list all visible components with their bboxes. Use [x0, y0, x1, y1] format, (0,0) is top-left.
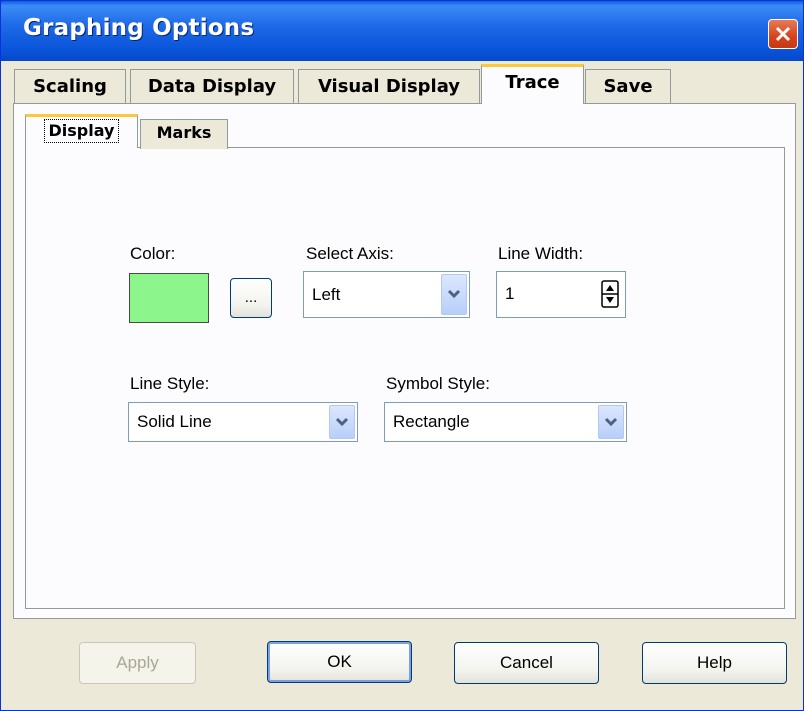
- window-title: Graphing Options: [23, 15, 255, 41]
- axis-dropdown-arrow[interactable]: [441, 274, 467, 315]
- subtab-display-label: Display: [43, 119, 120, 143]
- tab-scaling-label: Scaling: [33, 76, 107, 97]
- line-style-value: Solid Line: [137, 412, 212, 431]
- line-width-value[interactable]: 1: [505, 284, 514, 304]
- symbol-style-dropdown-arrow[interactable]: [598, 405, 624, 439]
- line-style-select[interactable]: Solid Line: [128, 402, 358, 442]
- apply-button[interactable]: Apply: [79, 642, 196, 684]
- symbol-style-label: Symbol Style:: [386, 374, 490, 393]
- color-label: Color:: [130, 244, 176, 263]
- line-width-label: Line Width:: [498, 244, 584, 263]
- line-style-label: Line Style:: [130, 374, 210, 393]
- tab-scaling[interactable]: Scaling: [14, 69, 126, 105]
- tab-data-display[interactable]: Data Display: [130, 69, 294, 105]
- color-swatch[interactable]: [129, 273, 209, 323]
- cancel-button[interactable]: Cancel: [454, 642, 599, 684]
- tab-save[interactable]: Save: [585, 69, 671, 105]
- subtab-marks-label: Marks: [156, 123, 212, 142]
- axis-select-value: Left: [312, 285, 341, 304]
- subtab-marks[interactable]: Marks: [140, 119, 228, 149]
- chevron-down-icon: [335, 417, 349, 427]
- spin-arrows-icon[interactable]: [601, 280, 619, 308]
- subtab-display[interactable]: Display: [25, 114, 138, 148]
- tab-trace[interactable]: Trace: [481, 64, 584, 104]
- chevron-down-icon: [604, 417, 618, 427]
- symbol-style-value: Rectangle: [393, 412, 470, 431]
- symbol-style-select[interactable]: Rectangle: [384, 402, 627, 442]
- help-button[interactable]: Help: [642, 642, 787, 684]
- tab-visual-display-label: Visual Display: [317, 76, 461, 97]
- color-browse-button[interactable]: ...: [230, 278, 272, 318]
- tab-save-label: Save: [603, 76, 653, 97]
- chevron-down-icon: [447, 289, 461, 299]
- select-axis-label: Select Axis:: [306, 244, 394, 263]
- axis-select[interactable]: Left: [303, 271, 470, 318]
- ok-button[interactable]: OK: [267, 641, 412, 683]
- tab-trace-label: Trace: [505, 72, 560, 93]
- tab-visual-display[interactable]: Visual Display: [298, 69, 480, 105]
- display-subtab-panel: Color: ... Select Axis: Left Line Width:…: [25, 147, 785, 609]
- line-style-dropdown-arrow[interactable]: [329, 405, 355, 439]
- close-button[interactable]: [768, 19, 798, 49]
- tab-data-display-label: Data Display: [147, 76, 277, 97]
- title-bar[interactable]: Graphing Options: [1, 1, 803, 61]
- line-width-spinner[interactable]: 1: [496, 271, 626, 318]
- graphing-options-dialog: Graphing Options Scaling Data Display Vi…: [0, 0, 804, 711]
- close-icon: [775, 26, 791, 42]
